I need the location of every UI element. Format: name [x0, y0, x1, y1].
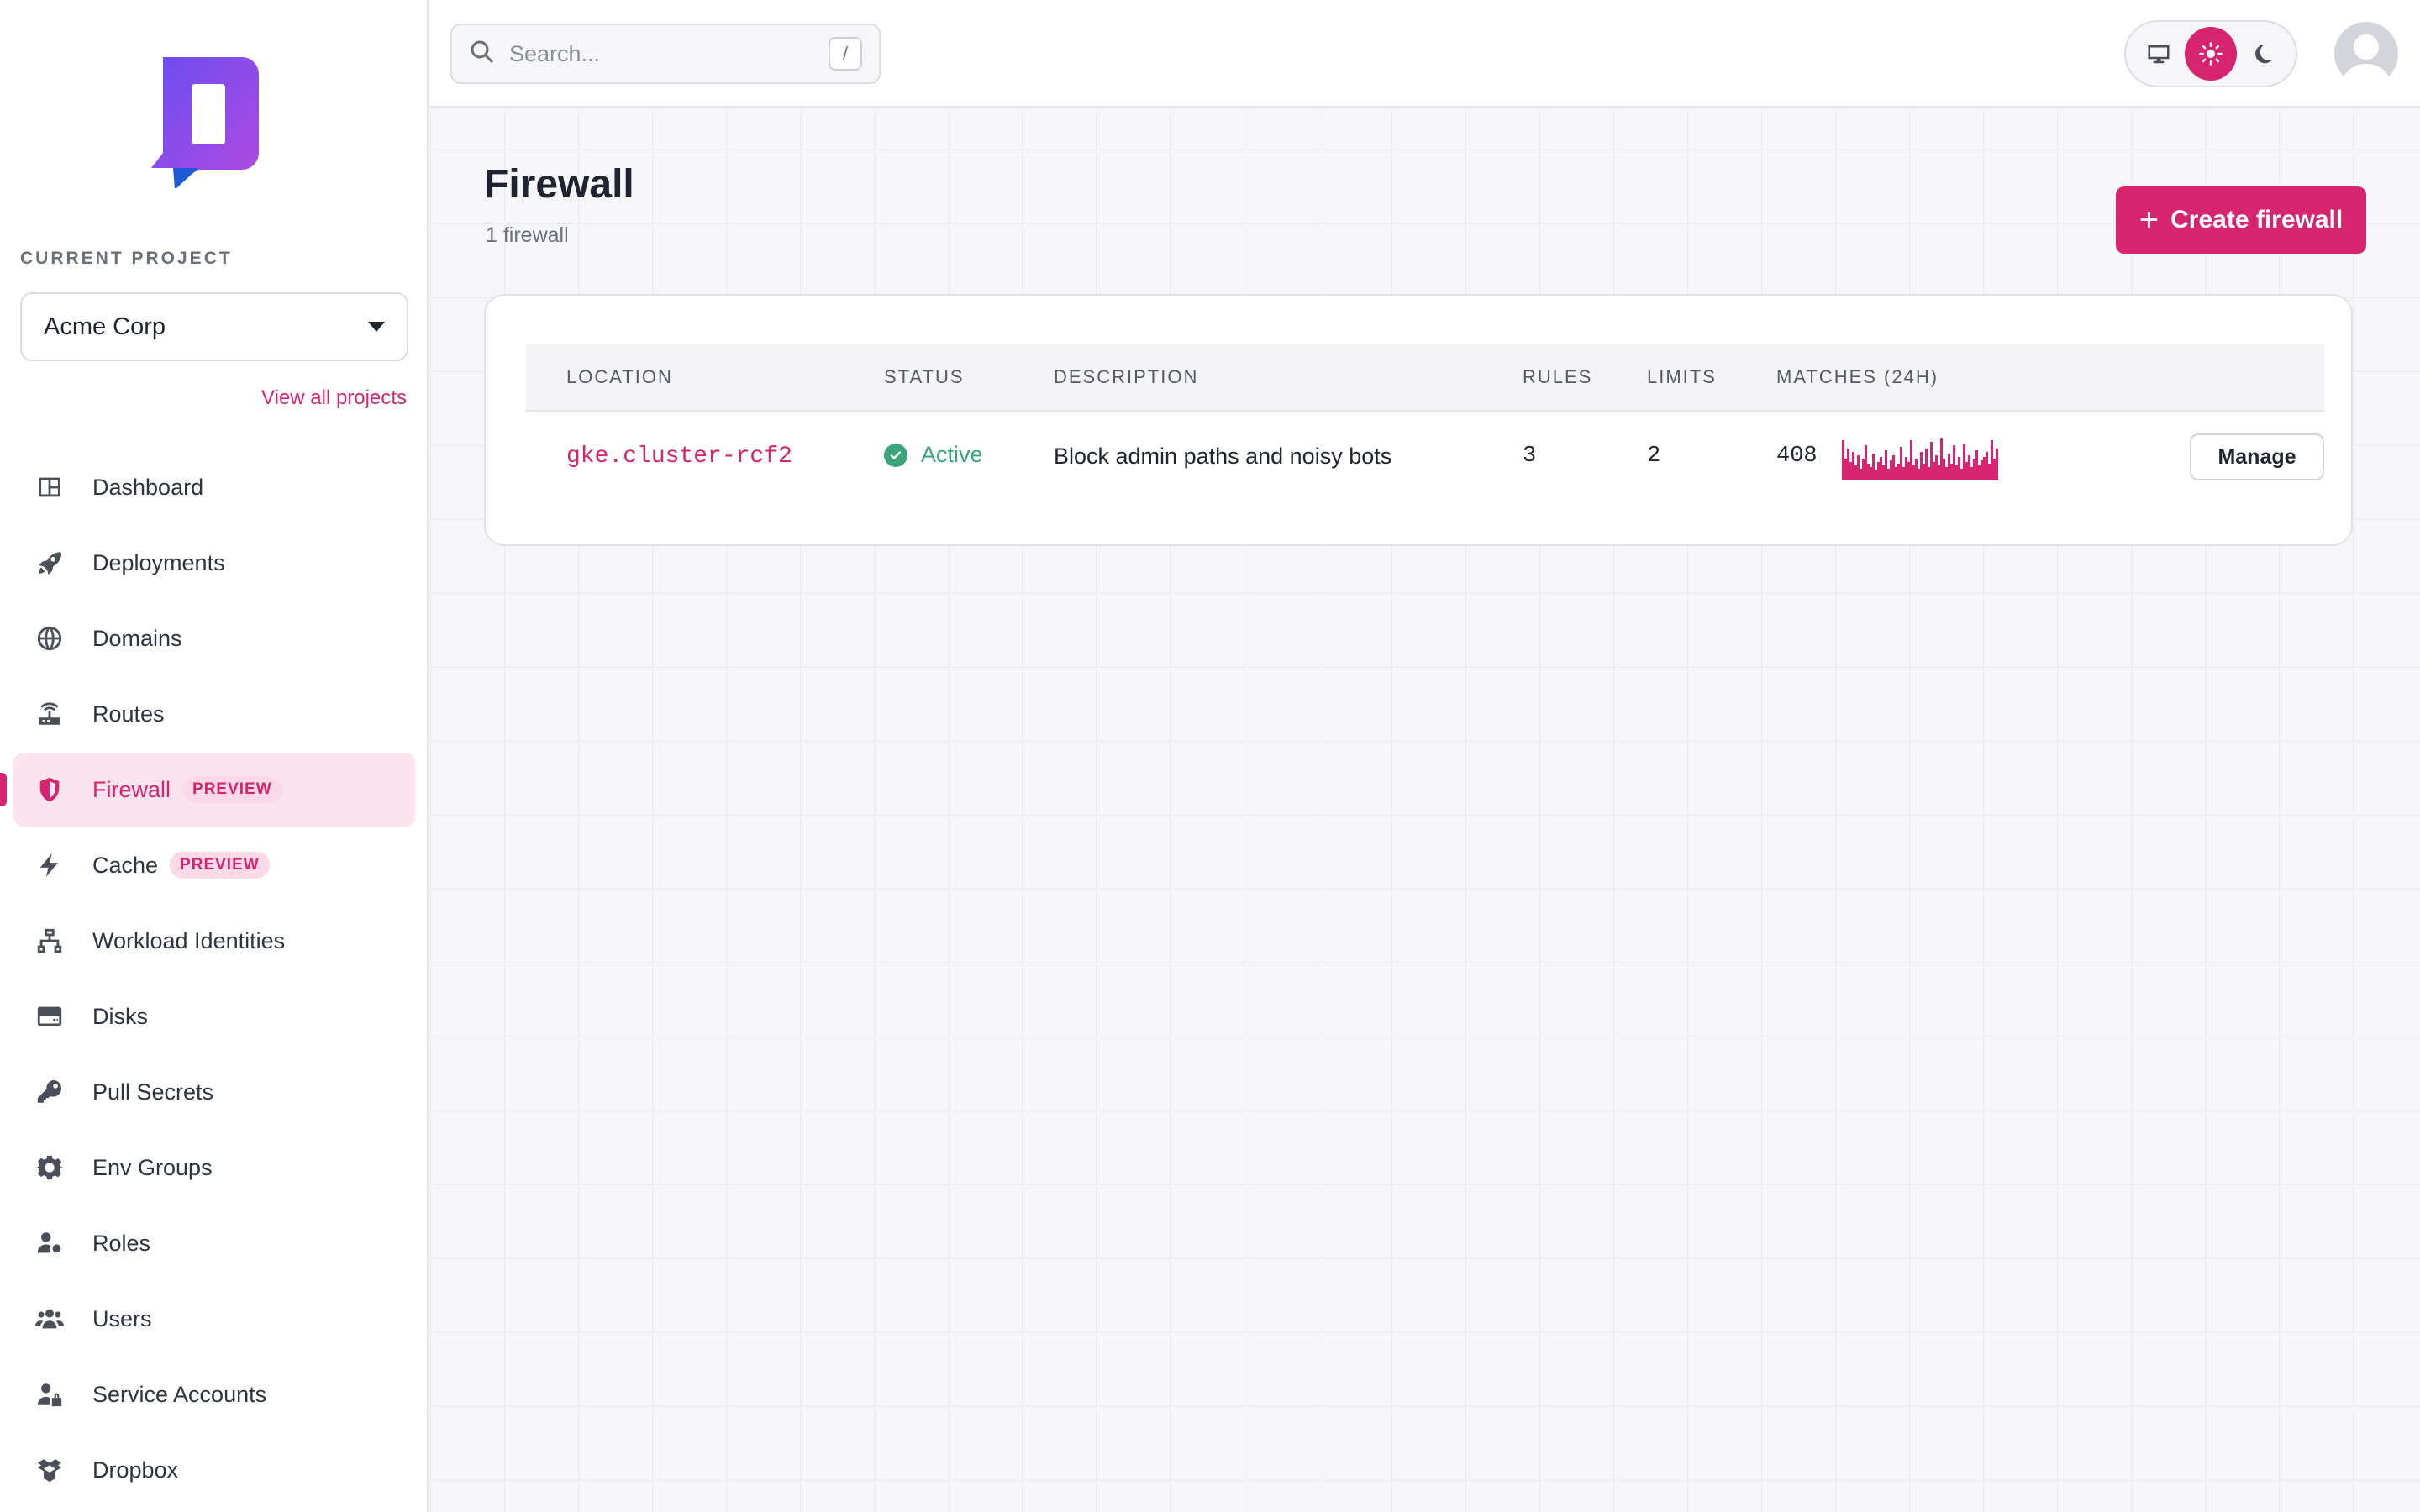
column-header-description: DESCRIPTION [1054, 366, 1199, 387]
users-icon [35, 1305, 64, 1333]
sidebar-nav: Dashboard Deployments Domains Routes Fir… [0, 450, 415, 1509]
user-lock-icon [35, 1380, 64, 1409]
sidebar-item-disks[interactable]: Disks [13, 979, 415, 1053]
sidebar-item-dropbox[interactable]: Dropbox [13, 1433, 415, 1507]
topbar: / [430, 0, 2420, 108]
project-selector-value: Acme Corp [44, 312, 166, 340]
sidebar-item-dashboard[interactable]: Dashboard [13, 450, 415, 524]
dashboard-icon [35, 473, 64, 501]
theme-system-button[interactable] [2133, 27, 2185, 81]
globe-icon [35, 624, 64, 653]
view-all-projects-link[interactable]: View all projects [155, 386, 407, 410]
sidebar-item-env-groups[interactable]: Env Groups [13, 1131, 415, 1205]
sun-icon [2199, 42, 2223, 66]
page-subtitle: 1 firewall [486, 223, 569, 247]
sidebar-item-pull-secrets[interactable]: Pull Secrets [13, 1055, 415, 1129]
table-row: gke.cluster-rcf2 Active Block admin path… [526, 413, 2324, 501]
sidebar-item-label: Domains [92, 625, 182, 651]
sidebar-item-label: Users [92, 1305, 152, 1331]
box-icon [35, 1456, 64, 1484]
sidebar-item-label: Env Groups [92, 1154, 213, 1180]
caret-down-icon [368, 322, 385, 332]
search-shortcut-key: / [829, 37, 862, 71]
sidebar-item-workload-identities[interactable]: Workload Identities [13, 904, 415, 978]
sidebar-item-users[interactable]: Users [13, 1282, 415, 1356]
user-gear-icon [35, 1229, 64, 1257]
sidebar-item-label: Pull Secrets [92, 1079, 214, 1105]
project-selector[interactable]: Acme Corp [20, 292, 408, 361]
sidebar-item-roles[interactable]: Roles [13, 1206, 415, 1280]
monitor-icon [2148, 45, 2170, 64]
column-header-status: STATUS [884, 366, 965, 387]
current-project-label: CURRENT PROJECT [20, 249, 233, 268]
main-content: Firewall 1 firewall + Create firewall LO… [430, 109, 2420, 1512]
bolt-icon [35, 851, 64, 879]
sidebar-item-label: Dropbox [92, 1457, 179, 1483]
column-header-matches: MATCHES (24H) [1776, 366, 1939, 387]
key-icon [35, 1078, 64, 1106]
create-firewall-label: Create firewall [2170, 206, 2344, 234]
column-header-location: LOCATION [566, 366, 673, 387]
firewall-description: Block admin paths and noisy bots [1054, 444, 1392, 469]
sidebar: CURRENT PROJECT Acme Corp View all proje… [0, 0, 429, 1512]
sidebar-item-label: Routes [92, 701, 165, 727]
create-firewall-button[interactable]: + Create firewall [2116, 186, 2366, 254]
search-box[interactable]: / [450, 24, 881, 84]
sidebar-item-service-accounts[interactable]: Service Accounts [13, 1357, 415, 1431]
firewall-location-link[interactable]: gke.cluster-rcf2 [566, 444, 792, 470]
rocket-icon [35, 549, 64, 577]
column-header-limits: LIMITS [1647, 366, 1717, 387]
firewall-table-card: LOCATION STATUS DESCRIPTION RULES LIMITS… [484, 294, 2353, 546]
shield-icon [35, 775, 64, 804]
sidebar-item-routes[interactable]: Routes [13, 677, 415, 751]
network-icon [35, 927, 64, 955]
sidebar-item-domains[interactable]: Domains [13, 601, 415, 675]
matches-sparkline [1842, 438, 1998, 480]
sidebar-item-label: Disks [92, 1003, 148, 1029]
theme-light-button[interactable] [2185, 27, 2237, 81]
router-icon [35, 700, 64, 728]
limits-count: 2 [1647, 444, 1661, 469]
disk-icon [35, 1002, 64, 1031]
check-circle-icon [884, 443, 908, 467]
sidebar-item-cache[interactable]: Cache PREVIEW [13, 828, 415, 902]
theme-toggle [2124, 20, 2297, 87]
sidebar-item-deployments[interactable]: Deployments [13, 526, 415, 600]
table-header: LOCATION STATUS DESCRIPTION RULES LIMITS… [526, 344, 2324, 412]
sidebar-item-label: Workload Identities [92, 927, 286, 953]
page-title: Firewall [484, 162, 634, 207]
sidebar-item-label: Cache [92, 852, 159, 878]
search-input[interactable] [509, 40, 812, 67]
plus-icon: + [2139, 202, 2160, 239]
status-label: Active [921, 442, 983, 467]
manage-button[interactable]: Manage [2190, 433, 2324, 480]
moon-icon [2255, 44, 2273, 64]
app-logo[interactable] [148, 54, 259, 190]
sidebar-item-label: Service Accounts [92, 1381, 267, 1407]
column-header-rules: RULES [1523, 366, 1593, 387]
sidebar-item-firewall[interactable]: Firewall PREVIEW [0, 753, 415, 827]
matches-count: 408 [1776, 444, 1818, 469]
rules-count: 3 [1523, 444, 1537, 469]
sidebar-item-label: Roles [92, 1230, 151, 1256]
search-icon [469, 39, 496, 70]
status-badge: Active [884, 442, 983, 468]
gear-icon [35, 1153, 64, 1182]
sidebar-item-label: Firewall [92, 776, 171, 802]
sidebar-item-label: Deployments [92, 549, 225, 575]
sidebar-item-label: Dashboard [92, 474, 204, 500]
theme-dark-button[interactable] [2237, 27, 2289, 81]
preview-badge: PREVIEW [182, 776, 282, 803]
user-avatar[interactable] [2334, 22, 2398, 86]
preview-badge: PREVIEW [170, 852, 270, 879]
